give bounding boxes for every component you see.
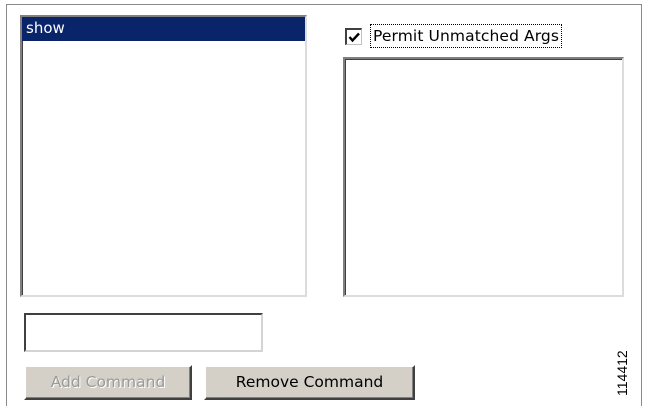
panel-frame-left xyxy=(6,4,7,406)
command-list[interactable]: show xyxy=(20,15,307,297)
permit-unmatched-args-row[interactable]: Permit Unmatched Args xyxy=(345,23,563,49)
permit-unmatched-args-label[interactable]: Permit Unmatched Args xyxy=(370,24,563,48)
arguments-list[interactable] xyxy=(343,57,624,297)
command-input[interactable] xyxy=(24,313,263,352)
permit-unmatched-args-checkbox[interactable] xyxy=(345,27,362,45)
add-command-button[interactable]: Add Command xyxy=(24,365,192,400)
panel-frame-top xyxy=(6,4,642,5)
figure-id: 114412 xyxy=(614,350,630,396)
command-editor-panel: show Permit Unmatched Args Add Command R… xyxy=(0,0,649,410)
remove-command-button[interactable]: Remove Command xyxy=(204,365,415,400)
checkmark-icon xyxy=(348,32,360,42)
panel-frame-right xyxy=(641,4,642,406)
command-list-item-show[interactable]: show xyxy=(22,17,305,41)
